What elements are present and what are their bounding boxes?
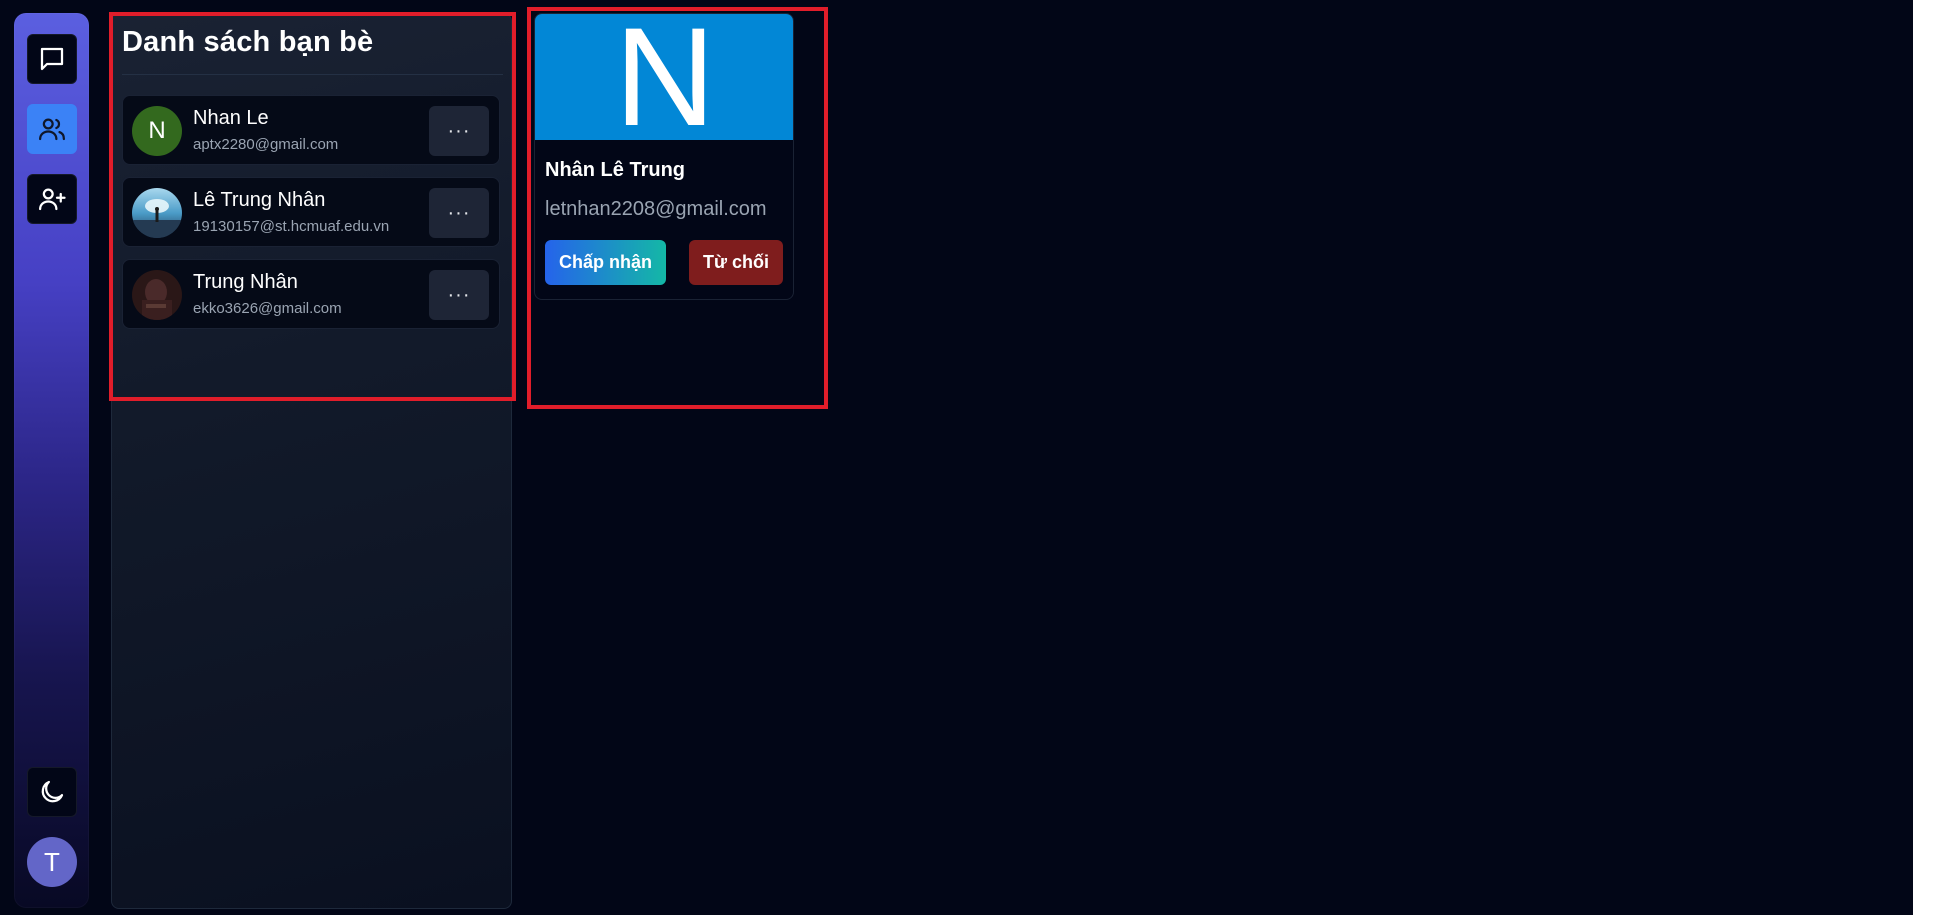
friend-request-card: N Nhân Lê Trung letnhan2208@gmail.com Ch… (534, 13, 794, 300)
more-options-button[interactable]: ··· (429, 270, 489, 320)
avatar (132, 188, 182, 238)
theme-toggle-button[interactable] (27, 767, 77, 817)
more-options-button[interactable]: ··· (429, 106, 489, 156)
avatar (132, 270, 182, 320)
page-title: Danh sách bạn bè (122, 26, 374, 58)
avatar: N (132, 106, 182, 156)
sidebar-rail: T (14, 13, 89, 908)
more-options-button[interactable]: ··· (429, 188, 489, 238)
friend-list-item[interactable]: Trung Nhân ekko3626@gmail.com ··· (122, 259, 500, 329)
request-name: Nhân Lê Trung (545, 159, 685, 181)
users-icon (39, 118, 65, 141)
request-email: letnhan2208@gmail.com (545, 198, 767, 220)
friend-email: ekko3626@gmail.com (193, 300, 342, 317)
add-user-icon (39, 188, 66, 211)
friend-email: aptx2280@gmail.com (193, 136, 339, 153)
moon-icon (41, 780, 64, 803)
add-friend-nav-button[interactable] (27, 174, 77, 224)
friends-list-panel: Danh sách bạn bè N Nhan Le aptx2280@gmai… (111, 13, 512, 909)
reject-button[interactable]: Từ chối (689, 240, 783, 285)
friends-nav-button[interactable] (27, 104, 77, 154)
friend-name: Trung Nhân (193, 271, 298, 293)
friend-list-item[interactable]: Lê Trung Nhân 19130157@st.hcmuaf.edu.vn … (122, 177, 500, 247)
chat-icon (40, 47, 64, 71)
friend-name: Lê Trung Nhân (193, 189, 326, 211)
app-window: T Danh sách bạn bè N Nhan Le aptx2280@gm… (0, 0, 1913, 915)
accept-button[interactable]: Chấp nhận (545, 240, 666, 285)
request-avatar-banner: N (535, 14, 793, 147)
chat-nav-button[interactable] (27, 34, 77, 84)
divider (122, 74, 503, 75)
friend-list-item[interactable]: N Nhan Le aptx2280@gmail.com ··· (122, 95, 500, 165)
user-avatar[interactable]: T (27, 837, 77, 887)
friend-email: 19130157@st.hcmuaf.edu.vn (193, 218, 390, 235)
friend-name: Nhan Le (193, 107, 269, 129)
